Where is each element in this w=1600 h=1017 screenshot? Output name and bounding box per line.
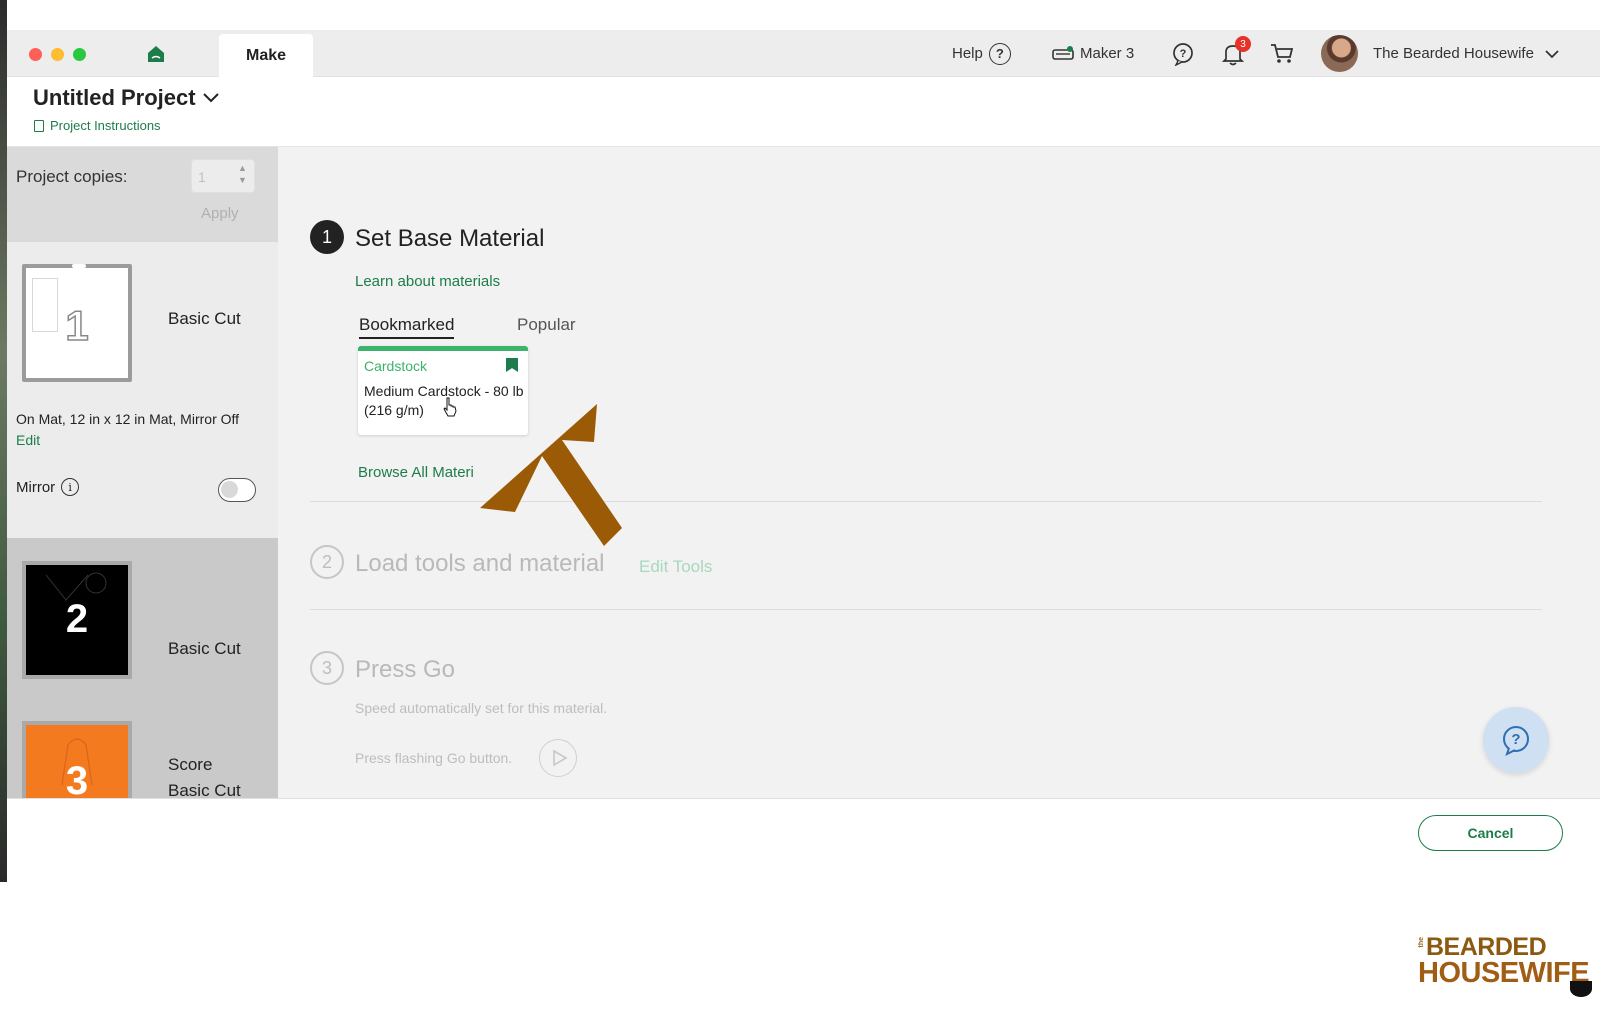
edit-mat-link[interactable]: Edit xyxy=(16,432,40,448)
bookmark-icon[interactable] xyxy=(506,358,518,372)
screenshot-stage: Make Help ? Maker 3 ? 3 The Bearded Hous… xyxy=(0,0,1600,1017)
copies-stepper-arrows-icon[interactable]: ▲ ▼ xyxy=(238,162,247,186)
toggle-knob xyxy=(221,481,238,498)
footer-bar: Cancel xyxy=(7,798,1600,882)
apply-copies-button[interactable]: Apply xyxy=(201,205,239,222)
step-number-badge: 3 xyxy=(310,651,344,685)
cart-icon[interactable] xyxy=(1270,30,1294,77)
help-chat-icon: ? xyxy=(1503,726,1529,756)
zoom-window-button[interactable] xyxy=(73,48,86,61)
bearded-housewife-logo: the BEARDED HOUSEWIFE xyxy=(1418,933,1593,1003)
mat-sidebar: Project copies: 1 ▲ ▼ Apply 1 Basic Cut O… xyxy=(7,147,278,798)
material-category: Cardstock xyxy=(364,358,428,374)
project-title-dropdown[interactable]: Untitled Project xyxy=(33,85,220,111)
minimize-window-button[interactable] xyxy=(51,48,64,61)
svg-text:?: ? xyxy=(1511,731,1520,748)
chevron-down-icon xyxy=(202,93,219,103)
logo-text-the: the xyxy=(1418,937,1425,948)
annotation-arrow-icon xyxy=(480,404,622,546)
mat-settings-summary: On Mat, 12 in x 12 in Mat, Mirror Off xyxy=(16,411,240,427)
go-button[interactable] xyxy=(539,739,577,777)
machine-icon xyxy=(1052,45,1074,60)
user-avatar[interactable] xyxy=(1321,35,1358,72)
tab-bookmarked[interactable]: Bookmarked xyxy=(359,315,455,339)
tab-popular[interactable]: Popular xyxy=(517,315,576,335)
project-title: Untitled Project xyxy=(33,85,196,110)
mat-operation-label: Score xyxy=(168,755,213,774)
mirror-toggle[interactable] xyxy=(218,478,256,502)
project-header: Untitled Project Project Instructions xyxy=(7,77,1600,147)
chevron-down-icon xyxy=(1545,49,1559,58)
mat-thumbnail[interactable]: 3 xyxy=(22,721,132,798)
user-menu[interactable]: The Bearded Housewife xyxy=(1373,30,1560,77)
machine-selector[interactable]: Maker 3 xyxy=(1052,30,1134,77)
edit-tools-link[interactable]: Edit Tools xyxy=(639,557,712,577)
help-label: Help xyxy=(952,45,983,62)
help-menu[interactable]: Help ? xyxy=(952,30,1011,77)
project-instructions-label: Project Instructions xyxy=(50,118,161,133)
logo-text-housewife: HOUSEWIFE xyxy=(1418,957,1590,989)
info-icon[interactable]: i xyxy=(61,478,80,496)
help-chat-button[interactable]: ? xyxy=(1483,707,1549,773)
notification-count-badge: 3 xyxy=(1235,36,1251,52)
support-chat-icon[interactable]: ? xyxy=(1171,30,1195,77)
tab-make[interactable]: Make xyxy=(219,34,313,77)
cancel-button[interactable]: Cancel xyxy=(1418,815,1563,851)
mat-operation-label: Basic Cut xyxy=(168,781,241,798)
beard-icon xyxy=(1570,981,1592,997)
home-icon[interactable] xyxy=(145,43,167,65)
browse-all-materials-link[interactable]: Browse All Materi xyxy=(358,464,474,481)
project-copies-panel: Project copies: 1 ▲ ▼ Apply xyxy=(7,147,278,242)
desktop-background-strip xyxy=(0,0,7,882)
pointer-hand-cursor-icon xyxy=(443,397,457,417)
project-instructions-link[interactable]: Project Instructions xyxy=(34,118,161,133)
step-number-badge: 1 xyxy=(310,220,344,254)
step-divider xyxy=(310,609,1542,610)
learn-about-materials-link[interactable]: Learn about materials xyxy=(355,273,500,290)
project-copies-label: Project copies: xyxy=(16,167,128,186)
play-icon xyxy=(552,749,568,767)
speed-info-text: Speed automatically set for this materia… xyxy=(355,700,608,716)
step-title: Press Go xyxy=(355,656,456,683)
mirror-setting: Mirror i xyxy=(16,478,80,496)
mat-thumbnail[interactable]: 1 xyxy=(22,264,132,382)
close-window-button[interactable] xyxy=(29,48,42,61)
mat-number: 3 xyxy=(65,759,89,798)
step-title: Set Base Material xyxy=(355,225,545,252)
mirror-label: Mirror xyxy=(16,478,56,496)
mat-card-selected[interactable]: 1 Basic Cut On Mat, 12 in x 12 in Mat, M… xyxy=(7,242,278,538)
mat-tab-notch xyxy=(72,264,86,268)
step-number-badge: 2 xyxy=(310,545,344,579)
mat-operation-label: Basic Cut xyxy=(168,309,241,328)
user-name: The Bearded Housewife xyxy=(1373,45,1534,62)
mat-thumbnail[interactable]: 2 xyxy=(22,561,132,679)
help-question-icon: ? xyxy=(988,42,1011,65)
press-go-instruction: Press flashing Go button. xyxy=(355,750,513,766)
app-window: Make Help ? Maker 3 ? 3 The Bearded Hous… xyxy=(7,30,1600,882)
svg-text:?: ? xyxy=(1180,48,1187,60)
mat-operation-label: Basic Cut xyxy=(168,639,241,658)
machine-label: Maker 3 xyxy=(1080,45,1135,62)
mat-number: 2 xyxy=(65,597,89,641)
mat-number: 1 xyxy=(65,301,90,350)
title-bar: Make Help ? Maker 3 ? 3 The Bearded Hous… xyxy=(7,30,1600,77)
document-icon xyxy=(34,119,44,132)
